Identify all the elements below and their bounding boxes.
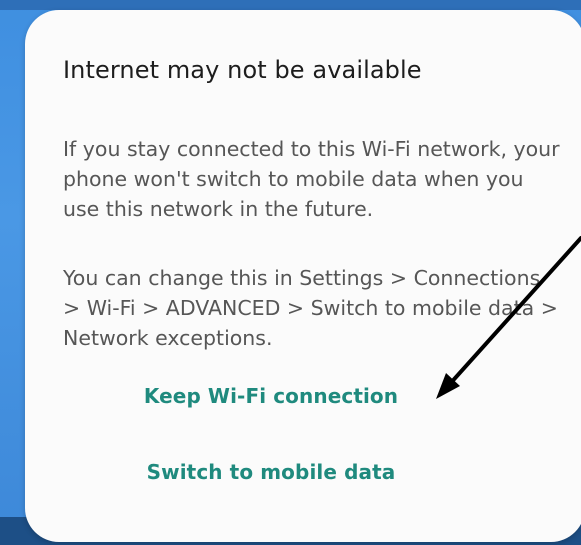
internet-warning-dialog: Internet may not be available If you sta… [25, 10, 581, 542]
dialog-title: Internet may not be available [63, 56, 422, 84]
status-area [0, 0, 581, 10]
dialog-message-1: If you stay connected to this Wi-Fi netw… [63, 137, 560, 221]
keep-wifi-button[interactable]: Keep Wi-Fi connection [0, 384, 551, 408]
dialog-message-2: You can change this in Settings > Connec… [63, 266, 558, 350]
switch-to-mobile-data-button[interactable]: Switch to mobile data [0, 460, 551, 484]
